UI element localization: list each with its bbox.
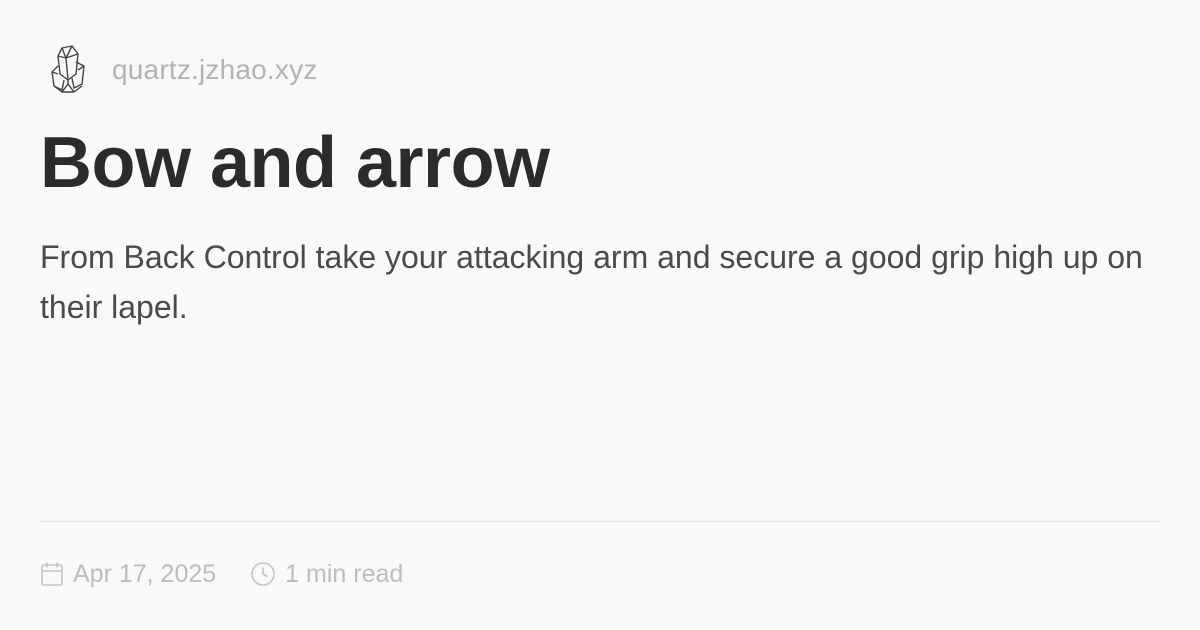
site-header: quartz.jzhao.xyz xyxy=(44,40,318,100)
page-description: From Back Control take your attacking ar… xyxy=(40,239,1143,325)
crystal-logo-icon xyxy=(44,42,92,98)
reading-time: 1 min read xyxy=(250,560,403,589)
clock-icon xyxy=(251,562,275,586)
publish-date: Apr 17, 2025 xyxy=(40,560,216,589)
divider xyxy=(40,521,1160,522)
calendar-icon xyxy=(41,562,63,586)
publish-date-text: Apr 17, 2025 xyxy=(73,559,217,588)
og-card: quartz.jzhao.xyz Bow and arrow From Back… xyxy=(0,0,1200,630)
meta-footer: Apr 17, 2025 1 min read xyxy=(40,556,403,592)
site-name[interactable]: quartz.jzhao.xyz xyxy=(112,54,318,86)
page-title: Bow and arrow xyxy=(40,123,550,203)
reading-time-text: 1 min read xyxy=(285,559,404,588)
